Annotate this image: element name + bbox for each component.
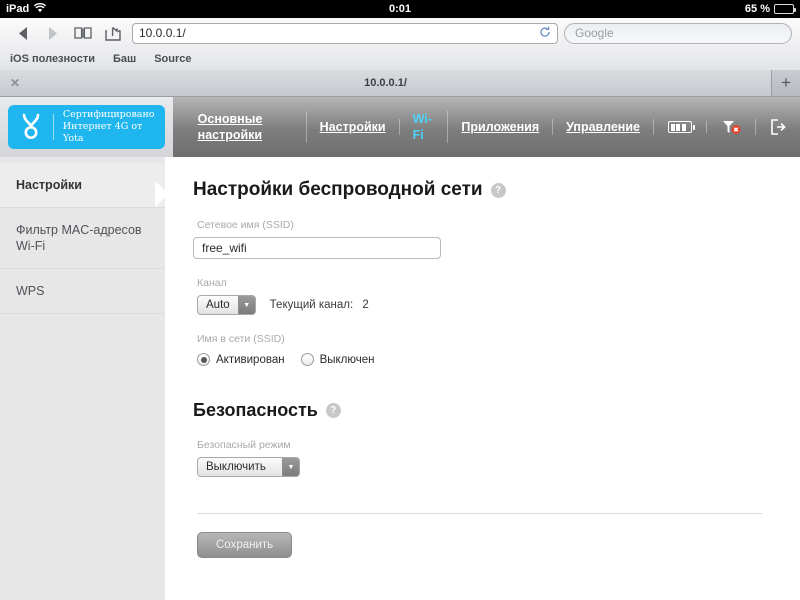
yota-logo-icon [18, 112, 44, 142]
back-arrow-icon[interactable] [8, 20, 38, 46]
logo-caption: Сертифицировано Интернет 4G от Yota [63, 109, 155, 145]
bookmarks-bar: iOS полезности Баш Source [0, 48, 800, 70]
forward-arrow-icon[interactable] [38, 20, 68, 46]
device-label: iPad [6, 3, 30, 15]
status-left: iPad [6, 2, 47, 16]
status-clock: 0:01 [388, 3, 412, 15]
status-right: 65 % [744, 3, 796, 15]
ssid-input[interactable] [193, 237, 441, 259]
sidebar-item-wps[interactable]: WPS [0, 269, 165, 314]
form-divider [197, 513, 762, 514]
tab-title: 10.0.0.1/ [364, 77, 407, 89]
url-text: 10.0.0.1/ [139, 26, 186, 40]
radio-dot-enabled [197, 353, 210, 366]
sidebar: Настройки Фильтр MAC-адресов Wi-Fi WPS [0, 157, 169, 600]
bookmark-item-3[interactable]: Source [154, 53, 191, 65]
ios-status-bar: iPad 0:01 65 % [0, 0, 800, 18]
logo-caption-line2: Интернет 4G от Yota [62, 121, 143, 144]
ssid-label: Сетевое имя (SSID) [197, 219, 294, 231]
logo-caption-line1: Сертифицировано [62, 109, 155, 120]
radio-label-enabled: Активирован [216, 353, 285, 366]
current-channel-label: Текущий канал: [269, 299, 354, 311]
chevron-down-icon-security: ▼ [282, 458, 299, 476]
security-mode-select[interactable]: Выключить ▼ [197, 457, 300, 477]
radio-dot-disabled [300, 353, 314, 366]
page-header: Сертифицировано Интернет 4G от Yota Осно… [0, 97, 800, 157]
help-icon-wireless[interactable]: ? [490, 182, 506, 198]
nav-item-osnovnye-nastroyki[interactable]: Основные настройки [185, 111, 307, 143]
logout-icon[interactable] [756, 119, 800, 135]
settings-panel: Настройки беспроводной сети ? Сетевое им… [165, 157, 794, 593]
sidebar-item-mac-filter[interactable]: Фильтр MAC-адресов Wi-Fi [0, 208, 165, 269]
wireless-settings-title-text: Настройки беспроводной сети [193, 179, 483, 200]
battery-status-icon[interactable] [654, 121, 707, 133]
channel-select-value: Auto [206, 299, 230, 311]
wifi-icon [34, 2, 47, 16]
channel-select[interactable]: Auto ▼ [197, 295, 256, 315]
browser-toolbar: 10.0.0.1/ Google [0, 18, 800, 48]
security-title: Безопасность ? [193, 400, 766, 421]
radio-broadcast-disabled[interactable]: Выключен [300, 353, 375, 366]
battery-percent-label: 65 % [744, 3, 770, 15]
search-input[interactable]: Google [564, 22, 792, 44]
main-nav: Основные настройки Настройки Wi-Fi Прило… [172, 97, 800, 157]
nav-item-prilozheniya[interactable]: Приложения [448, 119, 554, 135]
current-channel: Текущий канал: 2 [270, 299, 369, 311]
address-bar[interactable]: 10.0.0.1/ [132, 22, 558, 44]
broadcast-radio-group: Активирован Выключен [197, 353, 766, 366]
logo-divider [53, 114, 54, 140]
help-icon-security[interactable]: ? [325, 403, 341, 418]
close-icon[interactable]: ✕ [10, 77, 20, 89]
current-channel-value: 2 [362, 299, 369, 311]
open-book-icon[interactable] [68, 20, 98, 46]
tab-bar: ✕ 10.0.0.1/ + [0, 70, 800, 96]
nav-item-upravlenie[interactable]: Управление [553, 119, 654, 135]
new-tab-button[interactable]: + [772, 70, 800, 96]
share-icon[interactable] [98, 20, 128, 46]
security-title-text: Безопасность [193, 400, 318, 420]
bookmark-item-1[interactable]: iOS полезности [10, 53, 95, 65]
nav-item-nastroyki[interactable]: Настройки [307, 119, 400, 135]
security-mode-label: Безопасный режим [197, 439, 291, 451]
sidebar-active-pointer [155, 181, 169, 207]
channel-row: Auto ▼ Текущий канал: 2 [197, 295, 766, 315]
battery-icon [774, 4, 796, 14]
wireless-settings-title: Настройки беспроводной сети ? [193, 179, 766, 201]
sidebar-item-nastroyki[interactable]: Настройки [0, 163, 165, 208]
channel-label: Канал [197, 277, 227, 289]
save-button[interactable]: Сохранить [197, 532, 293, 558]
page-body: Настройки Фильтр MAC-адресов Wi-Fi WPS Н… [0, 157, 800, 600]
content-wrapper: Настройки беспроводной сети ? Сетевое им… [165, 157, 800, 600]
yota-logo-badge: Сертифицировано Интернет 4G от Yota [8, 105, 165, 149]
signal-disconnected-icon[interactable] [707, 119, 756, 135]
nav-item-wifi[interactable]: Wi-Fi [400, 111, 449, 143]
radio-broadcast-enabled[interactable]: Активирован [197, 353, 285, 366]
chevron-down-icon: ▼ [237, 296, 255, 314]
router-admin-page: Сертифицировано Интернет 4G от Yota Осно… [0, 97, 800, 600]
reload-icon[interactable] [539, 26, 551, 41]
safari-chrome: 10.0.0.1/ Google iOS полезности Баш Sour… [0, 18, 800, 97]
radio-label-disabled: Выключен [319, 353, 375, 366]
broadcast-label: Имя в сети (SSID) [197, 333, 285, 345]
browser-tab[interactable]: ✕ 10.0.0.1/ [0, 70, 772, 96]
security-mode-row: Выключить ▼ [197, 457, 766, 477]
bookmark-item-2[interactable]: Баш [113, 53, 136, 65]
security-mode-value: Выключить [206, 461, 266, 473]
search-placeholder: Google [575, 26, 614, 40]
